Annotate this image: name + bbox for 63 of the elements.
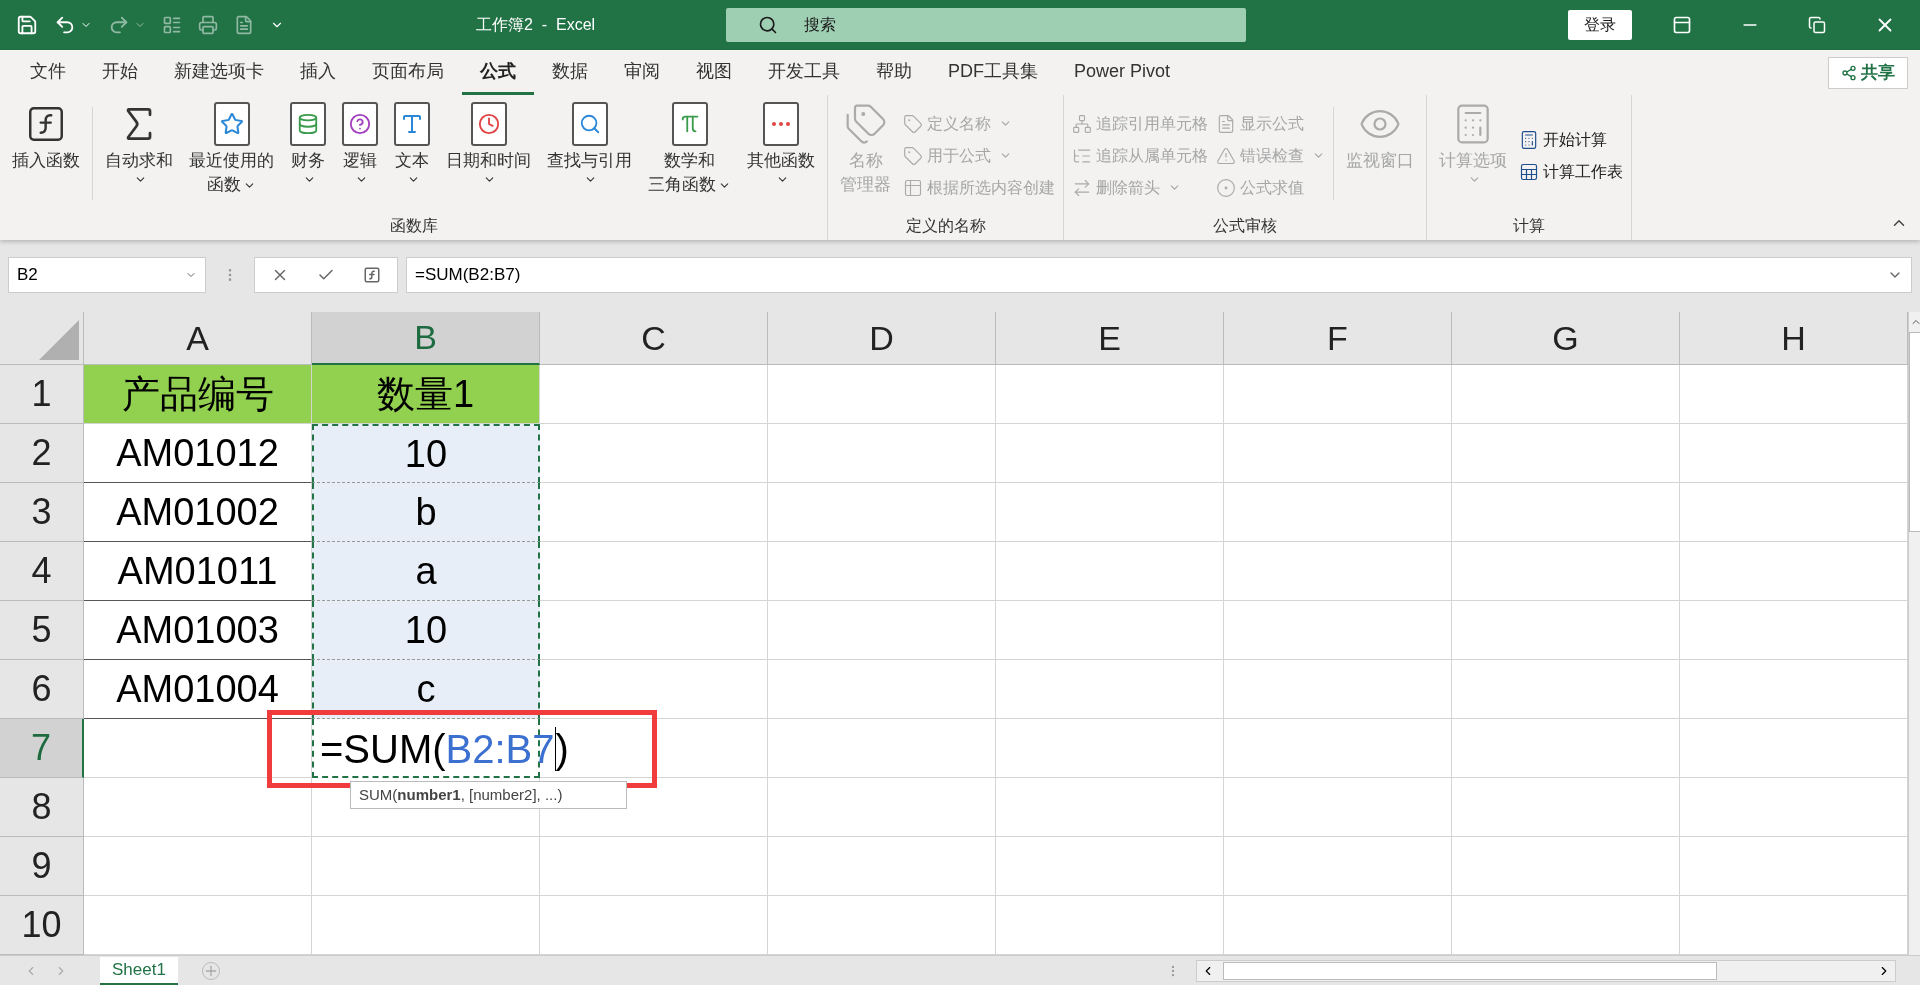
row-header[interactable]: 7	[0, 719, 84, 778]
ribbon-tab[interactable]: 新建选项卡	[156, 50, 282, 95]
column-header[interactable]: D	[768, 312, 996, 365]
ribbon-small-button[interactable]: 计算工作表	[1519, 157, 1623, 186]
ribbon-tab[interactable]: 公式	[462, 50, 534, 95]
table-header-cell: 数量1	[312, 365, 540, 424]
group-label: 定义的名称	[904, 216, 987, 236]
ribbon-button[interactable]: 数学和 三角函数	[640, 95, 739, 212]
ribbon-tab[interactable]: 开发工具	[750, 50, 858, 95]
row-header[interactable]: 2	[0, 424, 84, 483]
column-header[interactable]: E	[996, 312, 1224, 365]
group-label: 计算	[1512, 216, 1546, 236]
tooltip-text: SUM(number1, [number2], ...)	[359, 784, 563, 805]
row-header[interactable]: 4	[0, 542, 84, 601]
table-header-cell: 产品编号	[84, 365, 312, 424]
row-header[interactable]: 6	[0, 660, 84, 719]
ribbon-tab[interactable]: 页面布局	[354, 50, 462, 95]
row-header[interactable]: 8	[0, 778, 84, 837]
ribbon-small-button[interactable]: 开始计算	[1519, 125, 1623, 154]
row-header[interactable]: 3	[0, 483, 84, 542]
column-header[interactable]: B	[312, 312, 540, 365]
row-header[interactable]: 10	[0, 896, 84, 955]
row-header[interactable]: 1	[0, 365, 84, 424]
search-field[interactable]: 搜索	[726, 8, 1246, 42]
row-header[interactable]: 9	[0, 837, 84, 896]
table-cell: 10	[312, 601, 540, 660]
ribbon-button[interactable]: 查找与引用	[539, 95, 640, 212]
ribbon-button[interactable]: 财务	[282, 95, 334, 212]
column-header[interactable]: G	[1452, 312, 1680, 365]
name-box[interactable]: B2	[8, 257, 206, 293]
formula-input-text[interactable]: =SUM(B2:B7)	[320, 725, 569, 772]
column-header[interactable]: C	[540, 312, 768, 365]
ribbon-button[interactable]: 逻辑	[334, 95, 386, 212]
ribbon-tab[interactable]: 帮助	[858, 50, 930, 95]
column-header[interactable]: H	[1680, 312, 1908, 365]
formula-field[interactable]: =SUM(B2:B7)	[406, 257, 1912, 293]
ribbon-button[interactable]: 插入函数	[4, 95, 88, 212]
ribbon-button[interactable]: 文本	[386, 95, 438, 212]
group-label: 函数库	[388, 216, 439, 236]
column-header[interactable]: A	[84, 312, 312, 365]
table-cell: b	[312, 483, 540, 542]
share-button[interactable]: 共享	[1828, 56, 1908, 89]
ribbon-button[interactable]: 其他函数	[739, 95, 823, 212]
ribbon-tab[interactable]: 文件	[12, 50, 84, 95]
ribbon-tab[interactable]: 插入	[282, 50, 354, 95]
ribbon-button[interactable]: 自动求和	[97, 95, 181, 212]
table-cell: a	[312, 542, 540, 601]
column-header[interactable]: F	[1224, 312, 1452, 365]
sheet-tab[interactable]: Sheet1	[100, 956, 178, 985]
ribbon-tab[interactable]: 视图	[678, 50, 750, 95]
ribbon-button[interactable]: 日期和时间	[438, 95, 539, 212]
table-cell: c	[312, 660, 540, 719]
login-button[interactable]: 登录	[1568, 10, 1632, 40]
group-label: 公式审核	[1212, 216, 1278, 236]
ribbon-tab[interactable]: PDF工具集	[930, 50, 1056, 95]
row-header[interactable]: 5	[0, 601, 84, 660]
ribbon-tab[interactable]: 数据	[534, 50, 606, 95]
ribbon-button[interactable]: 最近使用的 函数	[181, 95, 282, 212]
ribbon-tab[interactable]: Power Pivot	[1056, 50, 1189, 95]
ribbon-tab[interactable]: 审阅	[606, 50, 678, 95]
ribbon-tab[interactable]: 开始	[84, 50, 156, 95]
window-title: 工作簿2 - Excel	[476, 15, 597, 35]
table-cell: 10	[312, 424, 540, 483]
